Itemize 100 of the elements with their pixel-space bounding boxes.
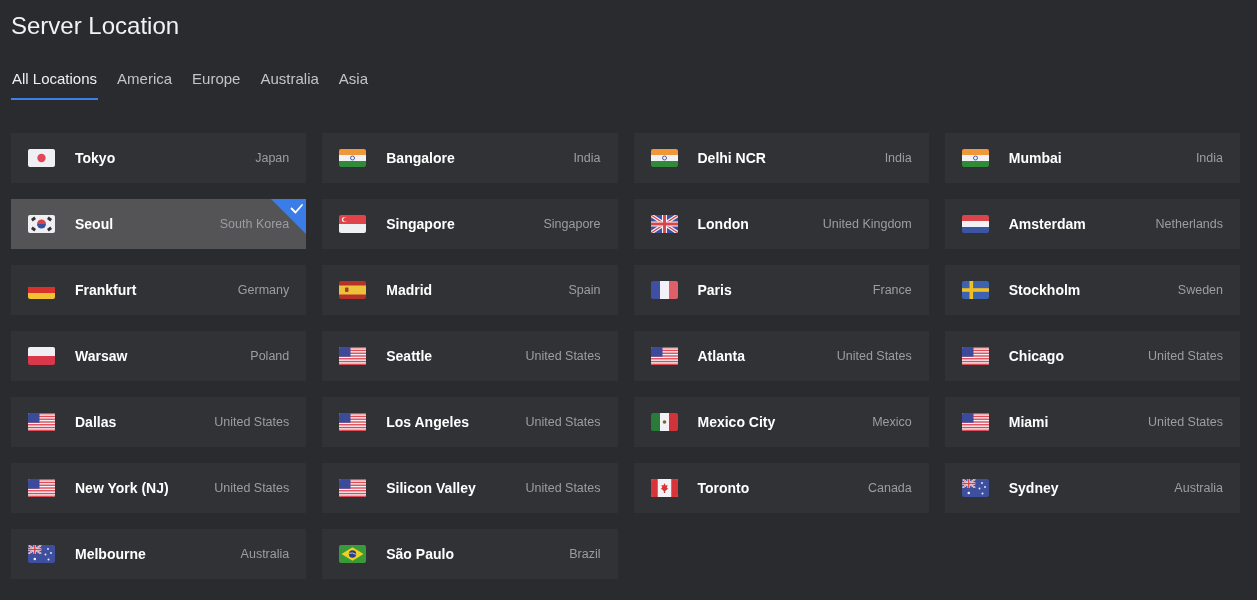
location-card[interactable]: Tokyo Japan — [11, 133, 307, 183]
city-name: Mexico City — [697, 414, 776, 430]
country-name: Netherlands — [1154, 217, 1223, 231]
india-flag-icon — [650, 149, 678, 167]
city-name: Amsterdam — [1008, 216, 1086, 232]
country-name: United States — [1146, 349, 1223, 363]
mexico-flag-icon — [650, 413, 678, 431]
location-card[interactable]: Mumbai India — [944, 133, 1240, 183]
united-states-flag-icon — [650, 347, 678, 365]
city-name: Seattle — [386, 348, 433, 364]
country-name: Poland — [249, 349, 290, 363]
brazil-flag-icon — [339, 545, 367, 563]
tab[interactable]: Australia — [259, 69, 320, 100]
city-name: Stockholm — [1008, 282, 1081, 298]
country-name: Brazil — [568, 547, 601, 561]
location-card[interactable]: Chicago United States — [944, 331, 1240, 381]
tab[interactable]: Europe — [191, 69, 242, 100]
location-card[interactable]: Warsaw Poland — [11, 331, 307, 381]
city-name: São Paulo — [386, 546, 454, 562]
location-card[interactable]: São Paulo Brazil — [322, 529, 618, 579]
country-name: Canada — [866, 481, 912, 495]
city-name: Melbourne — [75, 546, 146, 562]
country-name: Australia — [1173, 481, 1223, 495]
location-card[interactable]: Miami United States — [944, 397, 1240, 447]
location-card[interactable]: Stockholm Sweden — [944, 265, 1240, 315]
location-card[interactable]: Bangalore India — [322, 133, 618, 183]
location-card[interactable]: Delhi NCR India — [633, 133, 929, 183]
city-name: Seoul — [75, 216, 114, 232]
page-title: Server Location — [11, 11, 181, 41]
location-card[interactable]: Amsterdam Netherlands — [944, 199, 1240, 249]
country-name: India — [1194, 151, 1223, 165]
location-card[interactable]: Sydney Australia — [944, 463, 1240, 513]
country-name: Mexico — [871, 415, 912, 429]
united-states-flag-icon — [339, 479, 367, 497]
city-name: Madrid — [386, 282, 433, 298]
location-card[interactable]: Los Angeles United States — [322, 397, 618, 447]
country-name: Singapore — [542, 217, 601, 231]
city-name: Silicon Valley — [386, 480, 476, 496]
location-card[interactable]: Melbourne Australia — [11, 529, 307, 579]
location-card[interactable]: Madrid Spain — [322, 265, 618, 315]
city-name: Singapore — [386, 216, 455, 232]
city-name: Atlanta — [697, 348, 745, 364]
location-card[interactable]: Paris France — [633, 265, 929, 315]
city-name: Frankfurt — [75, 282, 137, 298]
south-korea-flag-icon — [28, 215, 55, 233]
spain-flag-icon — [339, 281, 367, 299]
location-card[interactable]: Dallas United States — [11, 397, 307, 447]
city-name: Chicago — [1008, 348, 1064, 364]
location-card[interactable]: New York (NJ) United States — [11, 463, 307, 513]
tab[interactable]: America — [116, 69, 174, 100]
city-name: Warsaw — [75, 348, 128, 364]
canada-flag-icon — [650, 479, 678, 497]
city-name: London — [697, 216, 749, 232]
location-card[interactable]: Seoul South Korea — [11, 199, 307, 249]
united-states-flag-icon — [961, 413, 989, 431]
city-name: Tokyo — [75, 150, 116, 166]
united-states-flag-icon — [961, 347, 989, 365]
location-card[interactable]: Singapore Singapore — [322, 199, 618, 249]
united-kingdom-flag-icon — [650, 215, 678, 233]
country-name: Japan — [254, 151, 290, 165]
city-name: Delhi NCR — [697, 150, 766, 166]
france-flag-icon — [650, 281, 678, 299]
country-name: United States — [524, 349, 601, 363]
australia-flag-icon — [961, 479, 989, 497]
united-states-flag-icon — [28, 479, 55, 497]
location-card[interactable]: Frankfurt Germany — [11, 265, 307, 315]
country-name: Australia — [239, 547, 290, 561]
country-name: United States — [1146, 415, 1223, 429]
india-flag-icon — [961, 149, 989, 167]
country-name: Spain — [567, 283, 601, 297]
tab[interactable]: All Locations — [11, 69, 99, 100]
united-states-flag-icon — [28, 413, 55, 431]
city-name: Los Angeles — [386, 414, 469, 430]
india-flag-icon — [339, 149, 367, 167]
country-name: India — [883, 151, 912, 165]
city-name: Paris — [697, 282, 732, 298]
city-name: Bangalore — [386, 150, 455, 166]
location-card[interactable]: Atlanta United States — [633, 331, 929, 381]
netherlands-flag-icon — [961, 215, 989, 233]
location-card[interactable]: Seattle United States — [322, 331, 618, 381]
country-name: South Korea — [218, 217, 290, 231]
united-states-flag-icon — [339, 347, 367, 365]
city-name: Miami — [1008, 414, 1049, 430]
city-name: Toronto — [697, 480, 750, 496]
city-name: Sydney — [1008, 480, 1059, 496]
city-name: Mumbai — [1008, 150, 1062, 166]
singapore-flag-icon — [339, 215, 367, 233]
location-card[interactable]: Mexico City Mexico — [633, 397, 929, 447]
location-card[interactable]: London United Kingdom — [633, 199, 929, 249]
sweden-flag-icon — [961, 281, 989, 299]
country-name: United States — [835, 349, 912, 363]
country-name: Germany — [236, 283, 290, 297]
city-name: Dallas — [75, 414, 117, 430]
united-states-flag-icon — [339, 413, 367, 431]
tab[interactable]: Asia — [337, 69, 369, 100]
country-name: France — [871, 283, 912, 297]
location-card[interactable]: Toronto Canada — [633, 463, 929, 513]
location-card[interactable]: Silicon Valley United States — [322, 463, 618, 513]
country-name: United States — [524, 481, 601, 495]
country-name: United States — [524, 415, 601, 429]
